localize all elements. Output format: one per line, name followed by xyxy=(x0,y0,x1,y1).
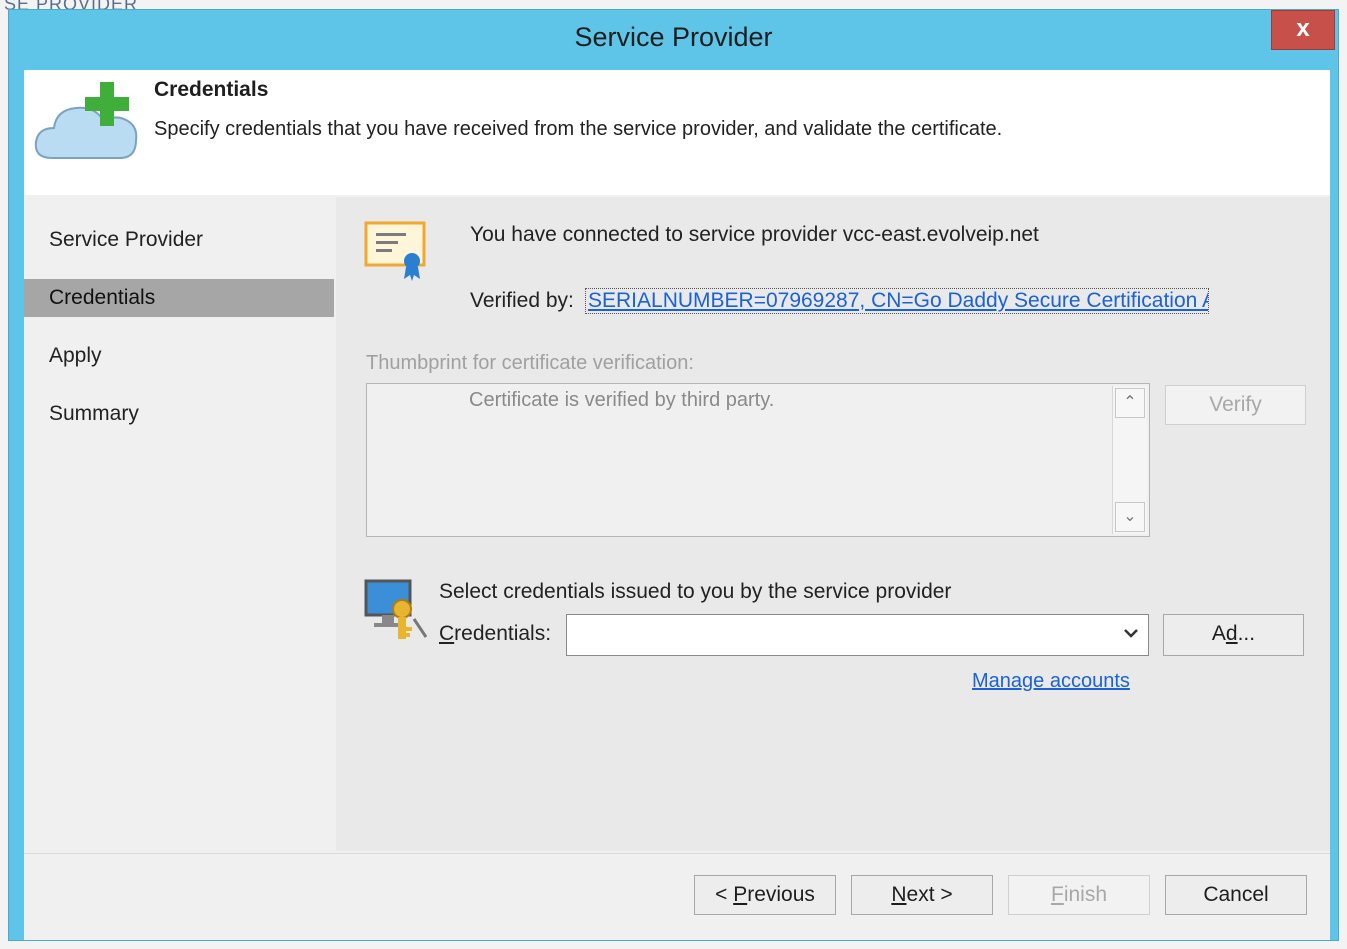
scroll-down-icon[interactable]: ⌄ xyxy=(1115,502,1145,532)
step-content: You have connected to service provider v… xyxy=(336,197,1330,851)
wizard-steps: Service Provider Credentials Apply Summa… xyxy=(24,197,334,851)
title-bar: Service Provider x xyxy=(9,10,1338,68)
header-subtitle: Specify credentials that you have receiv… xyxy=(154,118,1003,140)
step-apply[interactable]: Apply xyxy=(24,337,334,375)
connected-message: You have connected to service provider v… xyxy=(470,223,1039,246)
previous-button[interactable]: < Previous xyxy=(694,875,836,915)
credentials-dropdown[interactable] xyxy=(566,614,1149,656)
cloud-add-icon xyxy=(32,80,142,167)
thumbprint-scrollbar[interactable]: ⌃ ⌄ xyxy=(1112,386,1147,534)
step-summary[interactable]: Summary xyxy=(24,395,334,433)
verify-button[interactable]: Verify xyxy=(1165,385,1306,425)
thumbprint-text: Certificate is verified by third party. xyxy=(469,389,775,411)
credentials-label: Credentials: xyxy=(439,622,552,645)
add-credentials-button[interactable]: Ad... xyxy=(1163,614,1304,656)
chevron-down-icon xyxy=(1122,624,1140,647)
verified-by-label: Verified by: xyxy=(470,289,574,312)
cancel-button[interactable]: Cancel xyxy=(1165,875,1307,915)
step-credentials[interactable]: Credentials xyxy=(24,279,334,317)
manage-accounts-link[interactable]: Manage accounts xyxy=(972,670,1130,693)
footer-separator xyxy=(24,853,1330,854)
step-service-provider[interactable]: Service Provider xyxy=(24,221,334,259)
window-title: Service Provider xyxy=(574,22,773,52)
thumbprint-label: Thumbprint for certificate verification: xyxy=(366,352,694,374)
credentials-title: Select credentials issued to you by the … xyxy=(439,580,952,603)
dialog-client: Credentials Specify credentials that you… xyxy=(24,70,1330,940)
thumbprint-textbox[interactable]: Certificate is verified by third party. … xyxy=(366,383,1150,537)
scroll-up-icon[interactable]: ⌃ xyxy=(1115,388,1145,418)
finish-button[interactable]: Finish xyxy=(1008,875,1150,915)
close-button[interactable]: x xyxy=(1271,10,1335,50)
certificate-icon xyxy=(364,221,430,288)
service-provider-dialog: Service Provider x Credentials Specify c… xyxy=(8,9,1339,941)
wizard-header: Credentials Specify credentials that you… xyxy=(24,70,1330,195)
header-title: Credentials xyxy=(154,78,269,101)
next-button[interactable]: Next > xyxy=(851,875,993,915)
credentials-key-icon xyxy=(364,579,430,650)
verified-by-link[interactable]: SERIALNUMBER=07969287, CN=Go Daddy Secur… xyxy=(585,288,1209,314)
